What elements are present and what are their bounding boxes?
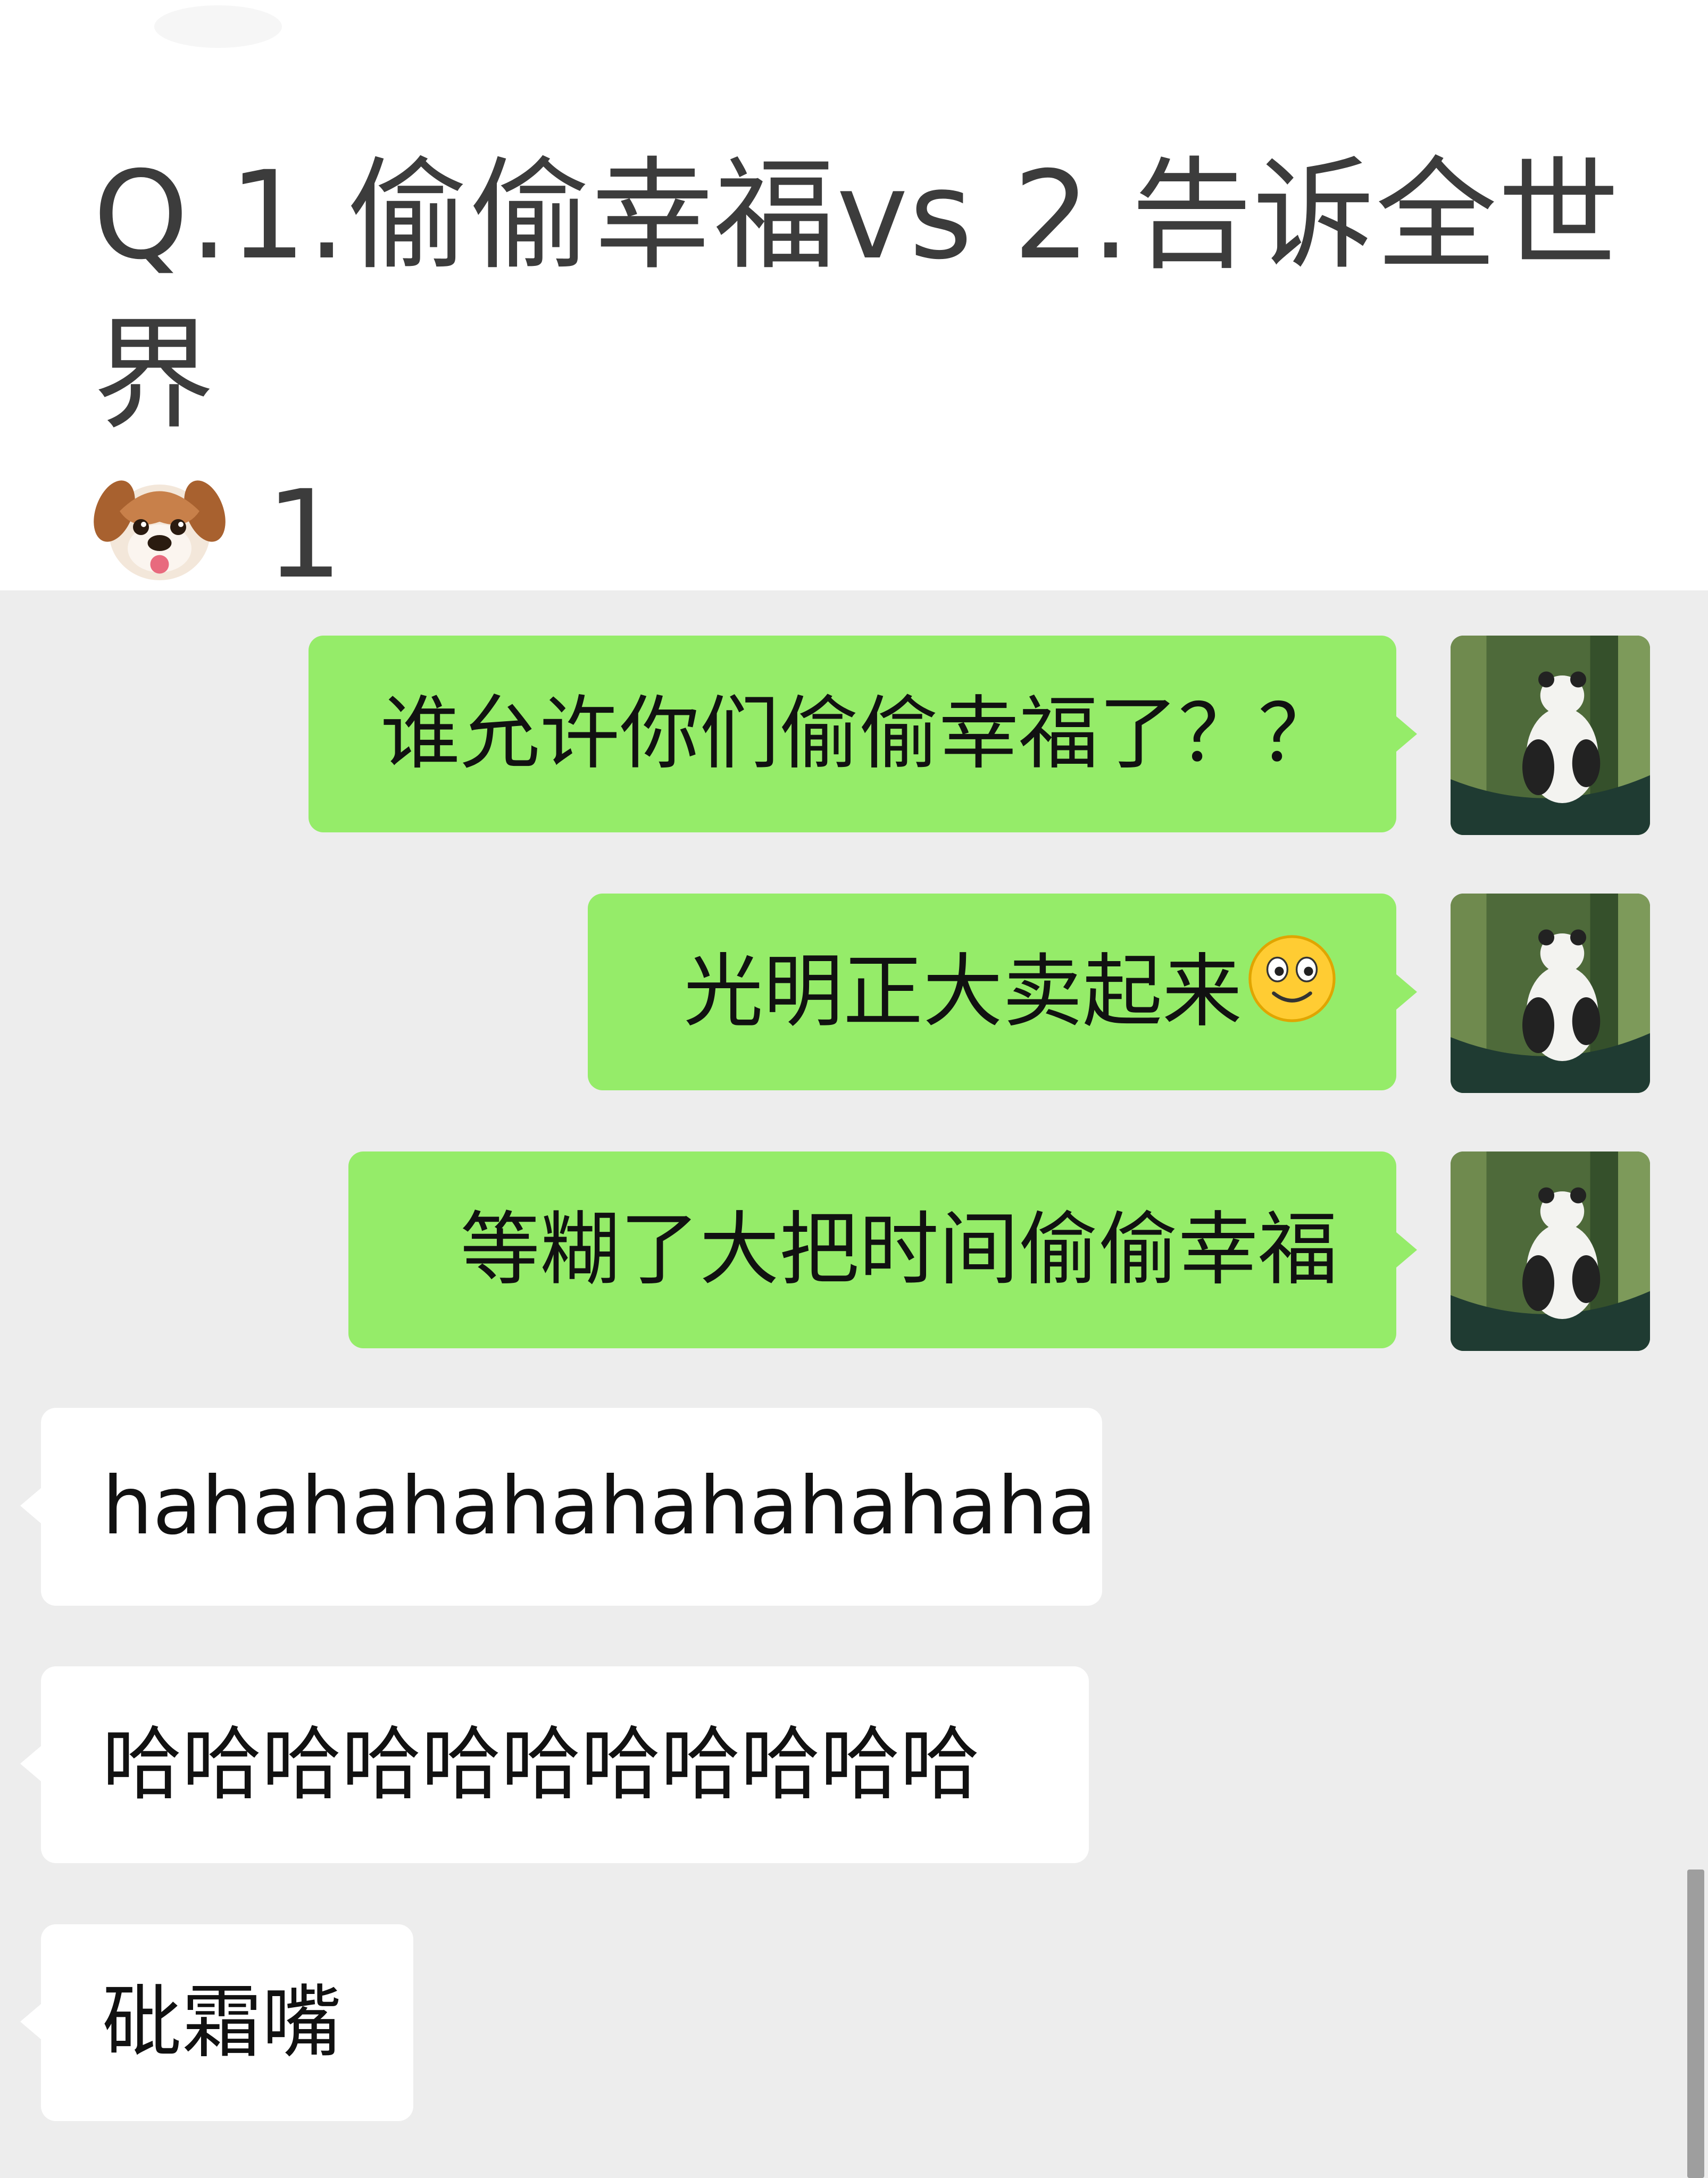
post-title: Q.1.偷偷幸福vs 2.告诉全世界 1 bbox=[93, 136, 1636, 629]
bubble-tail bbox=[1396, 716, 1417, 752]
screen: Q.1.偷偷幸福vs 2.告诉全世界 1 谁允许你们偷偷幸福了？？ 光明正大卖起… bbox=[0, 0, 1708, 2178]
faint-watermark-icon bbox=[154, 5, 282, 48]
post-header: Q.1.偷偷幸福vs 2.告诉全世界 1 bbox=[0, 0, 1708, 605]
message-bubble-sent[interactable]: 光明正大卖起来 bbox=[588, 894, 1396, 1090]
post-title-line1: Q.1.偷偷幸福vs 2.告诉全世界 bbox=[93, 145, 1621, 446]
message-bubble-received[interactable]: 哈哈哈哈哈哈哈哈哈哈哈 bbox=[41, 1666, 1089, 1863]
panda-avatar[interactable] bbox=[1451, 894, 1650, 1093]
post-title-line2: 1 bbox=[226, 464, 344, 605]
bubble-tail bbox=[1396, 974, 1417, 1010]
message-text: 砒霜嘴 bbox=[102, 1976, 342, 2069]
bubble-tail bbox=[1396, 1232, 1417, 1268]
panda-avatar[interactable] bbox=[1451, 636, 1650, 835]
message-bubble-received[interactable]: hahahahahahahahahaha bbox=[41, 1408, 1102, 1606]
message-text: 光明正大卖起来 bbox=[683, 946, 1242, 1038]
message-text: 等糊了大把时间偷偷幸福 bbox=[460, 1204, 1338, 1296]
message-text: 谁允许你们偷偷幸福了？？ bbox=[380, 688, 1338, 780]
smiling-face-icon bbox=[1246, 899, 1338, 1096]
message-text: hahahahahahahahahaha bbox=[102, 1460, 1097, 1553]
bubble-tail bbox=[20, 1488, 41, 1524]
message-bubble-received[interactable]: 砒霜嘴 bbox=[41, 1924, 413, 2121]
bubble-tail bbox=[20, 2004, 41, 2040]
scrollbar[interactable] bbox=[1687, 1870, 1704, 2178]
message-text: 哈哈哈哈哈哈哈哈哈哈哈 bbox=[102, 1718, 980, 1811]
bubble-tail bbox=[20, 1746, 41, 1782]
message-bubble-sent[interactable]: 等糊了大把时间偷偷幸福 bbox=[348, 1151, 1396, 1348]
panda-avatar[interactable] bbox=[1451, 1151, 1650, 1351]
message-bubble-sent[interactable]: 谁允许你们偷偷幸福了？？ bbox=[309, 636, 1396, 832]
